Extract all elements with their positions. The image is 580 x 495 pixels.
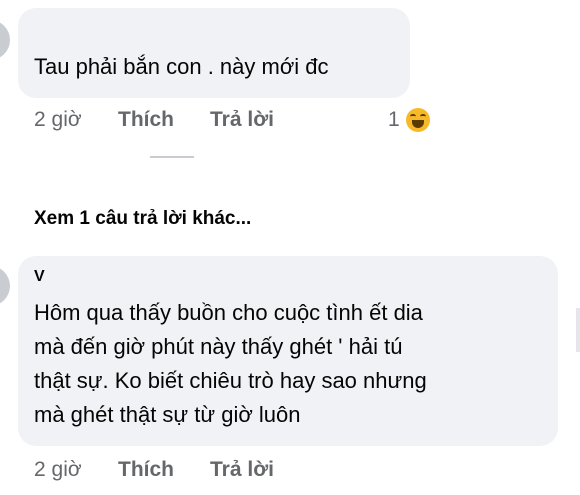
reply-button[interactable]: Trả lời (210, 108, 274, 132)
comment-text-line: mà ghét thật sự từ giờ luôn (34, 402, 301, 427)
more-replies-link[interactable]: Xem 1 câu trả lời khác... (34, 208, 251, 230)
comment-bubble: Tau phải bắn con . này mới đc (18, 8, 410, 98)
author-name-mask (34, 18, 224, 40)
reaction-count[interactable]: 1 (388, 108, 400, 132)
avatar[interactable] (0, 266, 10, 306)
haha-eye-left (410, 114, 416, 119)
reply-button[interactable]: Trả lời (210, 458, 274, 482)
scrollbar-thumb[interactable] (576, 308, 580, 352)
comment-text-line: mà đến giờ phút này thấy ghét ' hải tú (34, 334, 403, 359)
comment-bubble: V Hôm qua thấy buồn cho cuộc tình ết dia… (18, 256, 558, 446)
comment-time[interactable]: 2 giờ (34, 458, 82, 482)
comment-text: Tau phải bắn con . này mới đc (34, 50, 329, 84)
comment-text-line: thật sự. Ko biết chiêu trò hay sao nhưng (34, 368, 427, 393)
author-name-mask (50, 266, 190, 288)
like-button[interactable]: Thích (118, 108, 174, 132)
faded-stroke (150, 156, 194, 158)
haha-mouth (412, 120, 424, 128)
haha-eye-right (420, 114, 426, 119)
like-button[interactable]: Thích (118, 458, 174, 482)
avatar[interactable] (0, 20, 10, 60)
comment-time[interactable]: 2 giờ (34, 108, 82, 132)
haha-icon[interactable] (406, 108, 430, 132)
comment-text-line: Tau phải bắn con . này mới đc (34, 54, 329, 79)
comment-text: Hôm qua thấy buồn cho cuộc tình ết dia m… (34, 296, 427, 432)
comment-author[interactable]: V (34, 268, 45, 286)
comment-text-line: Hôm qua thấy buồn cho cuộc tình ết dia (34, 300, 423, 325)
